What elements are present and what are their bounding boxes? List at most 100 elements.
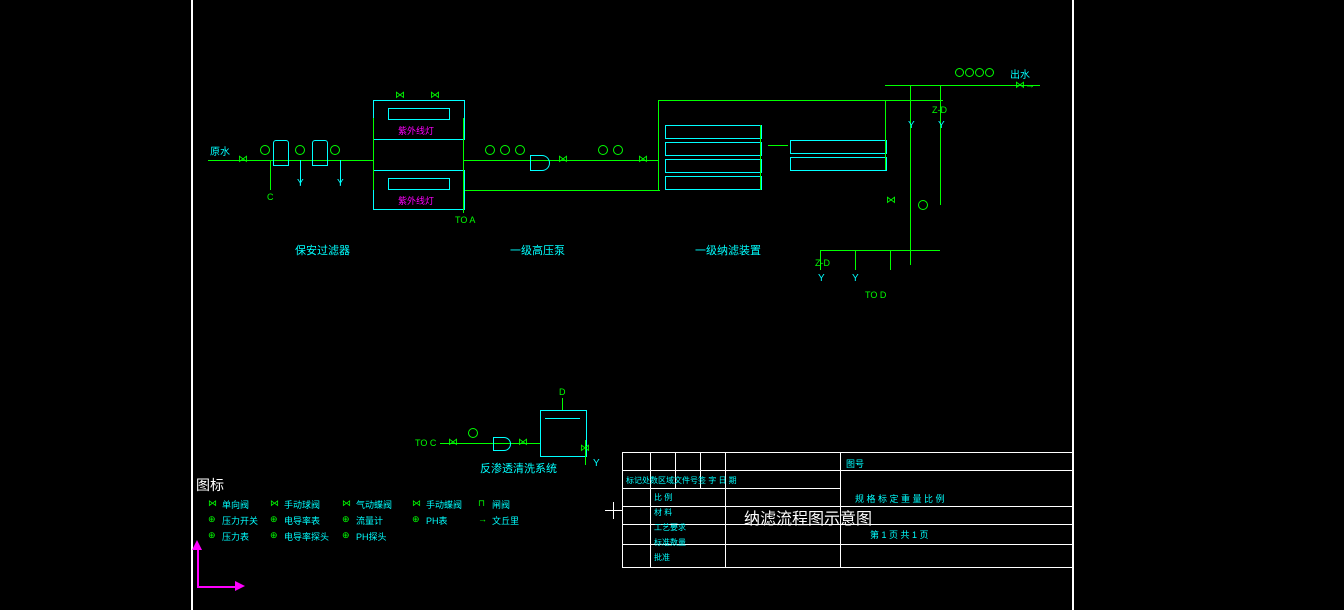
tb-h5 xyxy=(622,544,1072,545)
uv-tube-1 xyxy=(388,108,450,120)
nf-vessel-1 xyxy=(665,125,762,139)
nf-vessel-6 xyxy=(790,157,887,171)
legend-txt-9: 文丘里 xyxy=(492,514,519,527)
legend-txt-4: 闸阀 xyxy=(492,498,510,511)
wash-v3: ⋈ xyxy=(580,443,590,454)
conc-ret xyxy=(820,250,940,251)
legend-sym-9: → xyxy=(478,514,487,524)
tb-row-4: 批准 xyxy=(654,552,670,563)
nf-vessel-4 xyxy=(665,176,762,190)
perm-line xyxy=(940,85,941,205)
legend-txt-1: 手动球阀 xyxy=(284,498,320,511)
frame-left xyxy=(191,0,193,610)
zd1: Z-D xyxy=(932,105,947,115)
legend-sym-10: ⊕ xyxy=(208,530,216,541)
conc-d2 xyxy=(855,250,856,270)
legend-title: 图标 xyxy=(196,475,224,495)
d-line xyxy=(562,398,563,410)
stage-filter: 保安过滤器 xyxy=(295,242,350,258)
filter-1 xyxy=(273,140,289,166)
gauge-p1 xyxy=(485,145,495,155)
legend-txt-5: 压力开关 xyxy=(222,514,258,527)
pipe-inlet xyxy=(208,160,373,161)
tb-row-3: 标准数量 xyxy=(654,537,686,548)
nf-interstage xyxy=(768,145,788,146)
valve-nf-in: ⋈ xyxy=(638,154,648,165)
legend-sym-2: ⋈ xyxy=(342,498,351,509)
legend-txt-3: 手动蝶阀 xyxy=(426,498,462,511)
out-g4 xyxy=(985,68,994,77)
legend-sym-5: ⊕ xyxy=(208,514,216,525)
frame-right xyxy=(1072,0,1074,610)
inlet-label: 原水 xyxy=(210,143,230,158)
legend-txt-7: 流量计 xyxy=(356,514,383,527)
y3: Y xyxy=(908,120,915,131)
wash-v2: ⋈ xyxy=(518,437,528,448)
valve-uv1t: ⋈ xyxy=(395,90,405,101)
y-1: Y xyxy=(297,178,304,189)
ucs-x xyxy=(197,586,237,588)
toa-label: TO A xyxy=(455,215,475,225)
wash-v: ⋈ xyxy=(448,437,458,448)
gauge-2 xyxy=(295,145,305,155)
conc-valve: ⋈ xyxy=(886,195,896,206)
tb-h2 xyxy=(622,488,840,489)
uv-right xyxy=(463,118,464,193)
y5: Y xyxy=(818,273,825,284)
tb-row-2: 工艺要求 xyxy=(654,522,686,533)
stage-pump: 一级高压泵 xyxy=(510,242,565,258)
center-v xyxy=(613,502,614,519)
nf1-top xyxy=(658,100,768,101)
out-g1 xyxy=(955,68,964,77)
legend-txt-0: 单向阀 xyxy=(222,498,249,511)
conc-line xyxy=(910,85,911,265)
tb-col2: 规 格 标 定 重 量 比 例 xyxy=(855,492,945,505)
legend-sym-7: ⊕ xyxy=(342,514,350,525)
out-g2 xyxy=(965,68,974,77)
tb-h1 xyxy=(622,470,1072,471)
legend-sym-6: ⊕ xyxy=(270,514,278,525)
zd2: Z-D xyxy=(815,258,830,268)
legend-txt-12: PH探头 xyxy=(356,530,387,543)
ucs-x-arrow xyxy=(235,581,245,591)
perm-header xyxy=(768,100,943,101)
legend-txt-10: 压力表 xyxy=(222,530,249,543)
legend-sym-8: ⊕ xyxy=(412,514,420,525)
valve-post-pump: ⋈ xyxy=(558,154,568,165)
nf-vessel-3 xyxy=(665,159,762,173)
valve-uv1t2: ⋈ xyxy=(430,90,440,101)
tb-col3: 第 1 页 共 1 页 xyxy=(870,528,929,541)
stage-nf: 一级纳滤装置 xyxy=(695,242,761,258)
out-g3 xyxy=(975,68,984,77)
tod: TO D xyxy=(865,290,886,300)
y4: Y xyxy=(938,120,945,131)
y6: Y xyxy=(852,273,859,284)
nf2-perm xyxy=(885,100,886,160)
d-label: D xyxy=(559,387,566,397)
conc-gauge xyxy=(918,200,928,210)
y-2: Y xyxy=(337,178,344,189)
to-a-line xyxy=(463,193,464,213)
gauge-p2 xyxy=(500,145,510,155)
tb-top xyxy=(622,452,1072,453)
tb-bot xyxy=(622,567,1072,568)
tb-vs1 xyxy=(650,452,651,567)
legend-sym-3: ⋈ xyxy=(412,498,421,509)
gauge-nf2 xyxy=(613,145,623,155)
cad-canvas: 原水 ⋈ C Y Y 紫外线灯 紫外线灯 ⋈ ⋈ TO A ⋈ ⋈ xyxy=(0,0,1344,610)
wash-g xyxy=(468,428,478,438)
ucs-y-arrow xyxy=(192,540,202,550)
tb-col0: 标记处数区域文件号签 字 日 期 xyxy=(626,475,737,486)
wash-pump xyxy=(493,437,511,451)
outlet-label: 出水 xyxy=(1010,66,1030,81)
tb-title: 纳滤流程图示意图 xyxy=(744,505,872,529)
uv-left xyxy=(373,118,374,190)
uv-tube-2 xyxy=(388,178,450,190)
gauge-1 xyxy=(260,145,270,155)
filter-2 xyxy=(312,140,328,166)
legend-sym-12: ⊕ xyxy=(342,530,350,541)
nf-vessel-2 xyxy=(665,142,762,156)
legend-txt-8: PH表 xyxy=(426,514,448,527)
legend-txt-11: 电导率探头 xyxy=(284,530,329,543)
valve-1: ⋈ xyxy=(238,154,248,165)
